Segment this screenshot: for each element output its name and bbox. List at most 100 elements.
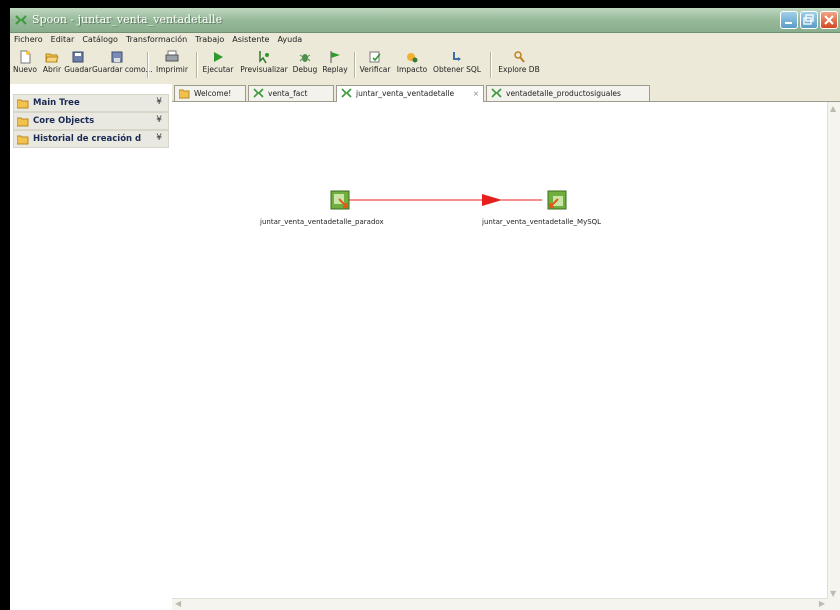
close-tab-icon[interactable]: ⨯	[473, 89, 479, 98]
tab-venta-fact[interactable]: venta_fact	[248, 85, 334, 101]
maximize-button[interactable]	[800, 11, 818, 29]
input-step-icon	[330, 190, 350, 210]
tab-label: venta_fact	[268, 89, 308, 98]
ejecutar-button[interactable]: Ejecutar	[200, 48, 236, 84]
scroll-down-icon[interactable]: ▼	[830, 589, 836, 598]
step-label-input: juntar_venta_ventadetalle_paradox	[260, 218, 384, 226]
tab-label: juntar_venta_ventadetalle	[356, 89, 455, 98]
panel-label: Historial de creación d	[33, 134, 142, 144]
explore-db-label: Explore DB	[498, 65, 540, 74]
close-icon	[824, 15, 834, 25]
abrir-label: Abrir	[42, 65, 62, 74]
toolbar-separator	[196, 52, 198, 78]
panel-historial[interactable]: Historial de creación d ¥	[13, 130, 169, 148]
folder-icon	[179, 89, 190, 99]
menu-asistente[interactable]: Asistente	[228, 33, 273, 47]
replay-flag-icon	[330, 51, 340, 63]
verify-icon	[369, 51, 381, 63]
step-label-output: juntar_venta_ventadetalle_MySQL	[482, 218, 602, 226]
nuevo-label: Nuevo	[12, 65, 37, 74]
menu-editar[interactable]: Editar	[47, 33, 79, 47]
menu-catalogo[interactable]: Catálogo	[78, 33, 122, 47]
hop-arrow-icon	[482, 194, 502, 206]
step-input-paradox[interactable]	[330, 190, 350, 210]
minimize-button[interactable]	[780, 11, 798, 29]
guardar-como-button[interactable]: Guardar como...	[92, 48, 153, 84]
guardar-como-label: Guardar como...	[92, 65, 153, 74]
title-bar[interactable]: Spoon - juntar_venta_ventadetalle	[10, 8, 840, 33]
chevron-down-icon[interactable]: ¥	[156, 97, 162, 107]
previsualizar-button[interactable]: Previsualizar	[238, 48, 290, 84]
save-icon	[72, 51, 84, 63]
transformation-canvas[interactable]: juntar_venta_ventadetalle_paradox juntar…	[172, 102, 840, 610]
tab-juntar-venta-ventadetalle[interactable]: juntar_venta_ventadetalle ⨯	[336, 85, 484, 102]
preview-icon	[259, 51, 269, 64]
abrir-button[interactable]: Abrir	[40, 48, 64, 84]
folder-icon	[17, 135, 29, 145]
verificar-button[interactable]: Verificar	[358, 48, 392, 84]
scroll-right-icon[interactable]: ▶	[819, 599, 825, 608]
chevron-down-icon[interactable]: ¥	[156, 115, 162, 125]
print-icon	[165, 50, 179, 62]
debug-bug-icon	[299, 54, 311, 62]
tab-welcome[interactable]: Welcome!	[174, 85, 246, 101]
tab-label: ventadetalle_productosiguales	[506, 89, 621, 98]
vertical-scrollbar[interactable]: ▲ ▼	[827, 102, 840, 610]
explore-db-button[interactable]: Explore DB	[494, 48, 544, 84]
folder-icon	[17, 117, 29, 127]
toolbar-separator	[354, 52, 356, 78]
editor-area: Welcome! venta_fact juntar_venta_ventade…	[172, 84, 840, 610]
folder-icon	[17, 99, 29, 109]
previsualizar-label: Previsualizar	[240, 65, 288, 74]
toolbar-separator	[147, 52, 149, 78]
tab-label: Welcome!	[194, 89, 232, 98]
impact-icon	[407, 53, 418, 63]
impacto-button[interactable]: Impacto	[394, 48, 430, 84]
verificar-label: Verificar	[359, 65, 391, 74]
replay-button[interactable]: Replay	[320, 48, 350, 84]
hop-layer	[340, 194, 542, 206]
replay-label: Replay	[322, 65, 348, 74]
guardar-button[interactable]: Guadar	[64, 48, 92, 84]
scroll-left-icon[interactable]: ◀	[175, 599, 181, 608]
spoon-app-icon	[15, 15, 27, 25]
panel-main-tree[interactable]: Main Tree ¥	[13, 94, 169, 112]
output-step-icon	[547, 190, 567, 210]
transformation-icon	[253, 88, 264, 98]
menu-trabajo[interactable]: Trabajo	[191, 33, 228, 47]
menu-bar: Fichero Editar Catálogo Transformación T…	[10, 33, 840, 47]
menu-fichero[interactable]: Fichero	[10, 33, 47, 47]
step-output-mysql[interactable]	[547, 190, 567, 210]
debug-button[interactable]: Debug	[292, 48, 318, 84]
horizontal-scrollbar[interactable]: ◀ ▶	[172, 598, 828, 610]
sql-icon	[453, 52, 461, 61]
menu-ayuda[interactable]: Ayuda	[273, 33, 306, 47]
scroll-up-icon[interactable]: ▲	[830, 104, 836, 113]
transformation-icon	[491, 88, 502, 98]
spoon-window: Spoon - juntar_venta_ventadetalle Ficher…	[10, 8, 840, 610]
sidebar: Main Tree ¥ Core Objects ¥ Historial de …	[10, 84, 172, 610]
window-title: Spoon - juntar_venta_ventadetalle	[32, 13, 223, 26]
close-button[interactable]	[820, 11, 838, 29]
menu-transformacion[interactable]: Transformación	[122, 33, 191, 47]
save-as-icon	[111, 51, 123, 63]
chevron-down-icon[interactable]: ¥	[156, 133, 162, 143]
panel-label: Core Objects	[33, 116, 95, 126]
obtener-sql-button[interactable]: Obtener SQL	[432, 48, 482, 84]
panel-core-objects[interactable]: Core Objects ¥	[13, 112, 169, 130]
tab-ventadetalle-productosiguales[interactable]: ventadetalle_productosiguales	[486, 85, 650, 101]
imprimir-label: Imprimir	[156, 65, 188, 74]
imprimir-button[interactable]: Imprimir	[152, 48, 192, 84]
explore-db-icon	[514, 51, 525, 63]
obtener-sql-label: Obtener SQL	[433, 65, 481, 74]
ejecutar-label: Ejecutar	[202, 65, 234, 74]
tab-bar: Welcome! venta_fact juntar_venta_ventade…	[172, 84, 840, 102]
panel-label: Main Tree	[33, 98, 80, 108]
run-icon	[214, 52, 223, 62]
guardar-label: Guadar	[64, 65, 92, 74]
debug-label: Debug	[292, 65, 318, 74]
maximize-icon	[803, 14, 814, 25]
toolbar-separator	[490, 52, 492, 78]
nuevo-button[interactable]: Nuevo	[12, 48, 38, 84]
minimize-icon	[785, 22, 792, 24]
